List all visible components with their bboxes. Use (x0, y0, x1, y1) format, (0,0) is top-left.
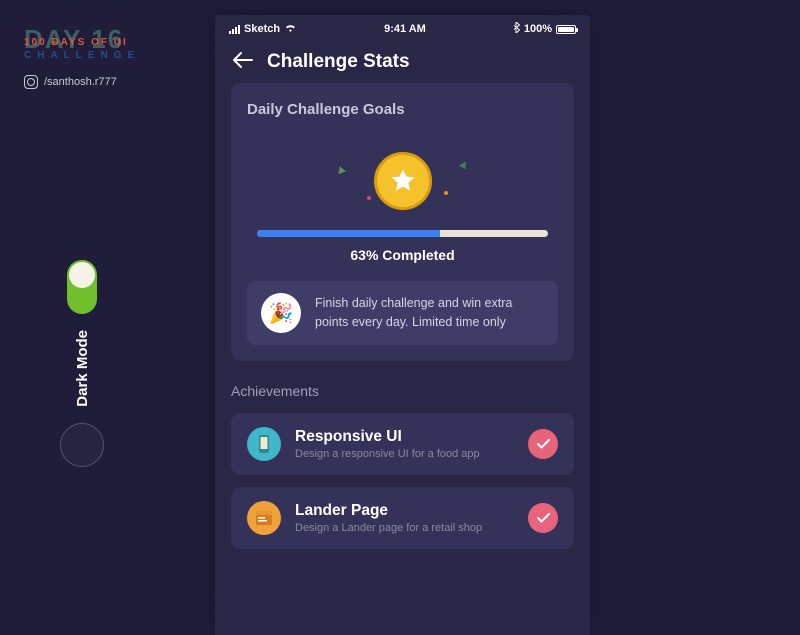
status-bar: Sketch 9:41 AM 100% (215, 15, 590, 37)
brand-challenge: CHALLENGE (24, 50, 140, 61)
confetti-icon (337, 166, 345, 173)
progress-text: 63% Completed (247, 247, 558, 263)
achievement-item[interactable]: Lander Page Design a Lander page for a r… (231, 487, 574, 549)
battery-percent: 100% (524, 23, 552, 35)
brand-subtitle: 100 DAYS OF UI (24, 37, 140, 48)
dark-mode-group: Dark Mode (60, 260, 104, 467)
wifi-icon (284, 22, 297, 36)
achievement-subtitle: Design a Lander page for a retail shop (295, 522, 514, 534)
page-title: Challenge Stats (267, 51, 410, 73)
brand-block: DAY 16 100 DAYS OF UI CHALLENGE /santhos… (24, 24, 140, 89)
achievement-title: Lander Page (295, 502, 514, 520)
achievement-item[interactable]: Responsive UI Design a responsive UI for… (231, 413, 574, 475)
brand-handle: /santhosh.r777 (24, 75, 140, 89)
achievements-heading: Achievements (231, 383, 574, 399)
goals-title: Daily Challenge Goals (247, 101, 558, 118)
star-area (247, 136, 558, 226)
toggle-knob (69, 262, 95, 288)
confetti-icon (460, 161, 468, 168)
progress-fill (257, 230, 440, 237)
battery-icon (556, 25, 576, 34)
phone-icon (247, 427, 281, 461)
check-button[interactable] (528, 503, 558, 533)
star-badge-icon (374, 152, 432, 210)
carrier-label: Sketch (244, 23, 280, 35)
phone-frame: Sketch 9:41 AM 100% Challenge Stats Dail… (215, 15, 590, 635)
signal-icon (229, 25, 240, 34)
page-icon (247, 501, 281, 535)
bluetooth-icon (513, 22, 520, 36)
page-header: Challenge Stats (215, 37, 590, 83)
party-popper-icon: 🎉 (261, 293, 301, 333)
confetti-icon (367, 196, 371, 200)
info-banner: 🎉 Finish daily challenge and win extra p… (247, 281, 558, 345)
progress-bar (257, 230, 548, 237)
check-button[interactable] (528, 429, 558, 459)
back-icon[interactable] (233, 52, 253, 73)
achievement-subtitle: Design a responsive UI for a food app (295, 448, 514, 460)
confetti-icon (444, 191, 448, 195)
info-text: Finish daily challenge and win extra poi… (315, 294, 544, 332)
theme-circle-button[interactable] (60, 423, 104, 467)
instagram-icon (24, 75, 38, 89)
handle-text: /santhosh.r777 (44, 76, 117, 88)
achievement-title: Responsive UI (295, 428, 514, 446)
dark-mode-label: Dark Mode (74, 330, 91, 407)
status-time: 9:41 AM (384, 23, 426, 35)
daily-goals-card: Daily Challenge Goals 63% Completed 🎉 Fi… (231, 83, 574, 361)
dark-mode-toggle[interactable] (67, 260, 97, 314)
